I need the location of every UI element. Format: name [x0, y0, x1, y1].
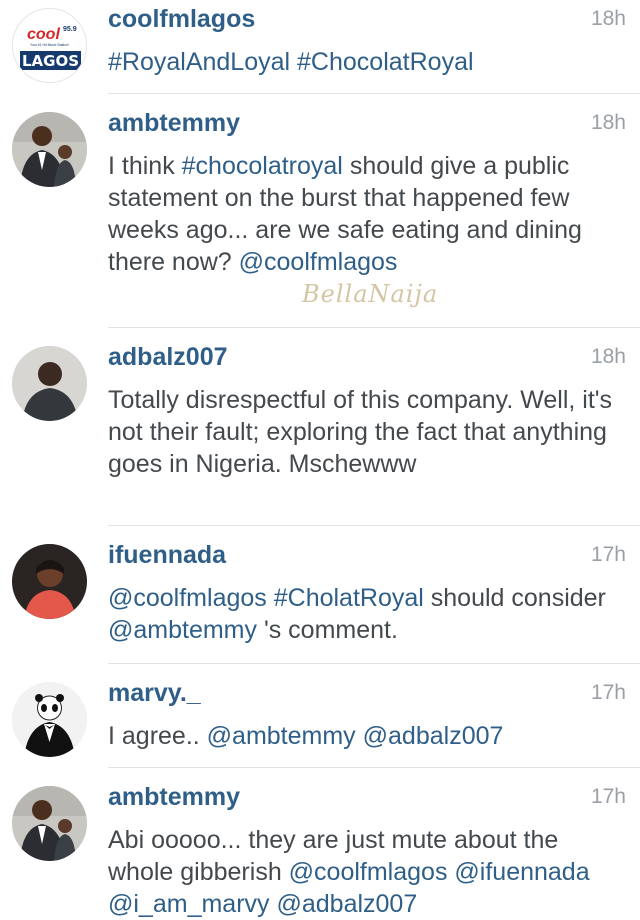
- mention-link[interactable]: @coolfmlagos: [108, 584, 267, 612]
- username[interactable]: ambtemmy: [108, 782, 240, 812]
- timestamp: 18h: [590, 345, 626, 368]
- mention-link[interactable]: @coolfmlagos: [289, 858, 448, 886]
- comment-text-segment: [356, 722, 363, 750]
- timestamp: 17h: [590, 543, 626, 566]
- watermark: BellaNaija: [302, 280, 439, 308]
- comment-item: cool 95.9 Your #1 Hit Music Station! LAG…: [0, 0, 640, 92]
- svg-text:LAGOS: LAGOS: [22, 52, 79, 70]
- username[interactable]: ambtemmy: [108, 108, 240, 138]
- divider: [108, 525, 640, 526]
- comment-text-segment: I agree..: [108, 722, 207, 750]
- svg-text:95.9: 95.9: [63, 26, 77, 33]
- comment-text-segment: 's comment.: [257, 616, 398, 644]
- mention-link[interactable]: @ambtemmy: [207, 722, 356, 750]
- comment-text: #RoyalAndLoyal #ChocolatRoyal: [108, 46, 626, 78]
- username[interactable]: adbalz007: [108, 342, 228, 372]
- hashtag-link[interactable]: #chocolatroyal: [182, 152, 343, 180]
- comment-text-segment: [290, 48, 297, 76]
- man-photo-icon: [12, 346, 87, 421]
- comment-text-segment: Totally disrespectful of this company. W…: [108, 386, 619, 478]
- comment-text-segment: [267, 584, 274, 612]
- comment-text: Totally disrespectful of this company. W…: [108, 384, 626, 480]
- avatar[interactable]: [12, 346, 87, 421]
- panda-tuxedo-icon: [12, 682, 87, 757]
- divider: [108, 767, 640, 768]
- username[interactable]: ifuennada: [108, 540, 226, 570]
- divider: [108, 663, 640, 664]
- mention-link[interactable]: @adbalz007: [276, 890, 417, 918]
- comment-text: I think #chocolatroyal should give a pub…: [108, 150, 626, 278]
- avatar[interactable]: cool 95.9 Your #1 Hit Music Station! LAG…: [12, 8, 87, 83]
- timestamp: 17h: [590, 785, 626, 808]
- comment-item: adbalz007 18h Totally disrespectful of t…: [0, 338, 640, 524]
- divider: [108, 327, 640, 328]
- mention-link[interactable]: @coolfmlagos: [239, 248, 398, 276]
- timestamp: 17h: [590, 681, 626, 704]
- comment-item: ambtemmy 18h I think #chocolatroyal shou…: [0, 104, 640, 324]
- avatar[interactable]: [12, 682, 87, 757]
- man-with-child-photo-icon: [12, 786, 87, 861]
- svg-text:Your #1 Hit Music Station!: Your #1 Hit Music Station!: [30, 43, 69, 47]
- comment-text-segment: [590, 858, 597, 886]
- username[interactable]: coolfmlagos: [108, 4, 255, 34]
- comment-item: marvy._ 17h I agree.. @ambtemmy @adbalz0…: [0, 674, 640, 766]
- mention-link[interactable]: @i_am_marvy: [108, 890, 270, 918]
- comment-text: I agree.. @ambtemmy @adbalz007: [108, 720, 626, 752]
- timestamp: 18h: [590, 7, 626, 30]
- timestamp: 18h: [590, 111, 626, 134]
- comment-text-segment: should consider: [423, 584, 613, 612]
- svg-text:cool: cool: [27, 26, 60, 43]
- man-with-child-photo-icon: [12, 112, 87, 187]
- coolfm-logo-icon: cool 95.9 Your #1 Hit Music Station! LAG…: [13, 9, 86, 82]
- woman-photo-icon: [12, 544, 87, 619]
- username[interactable]: marvy._: [108, 678, 201, 708]
- divider: [108, 93, 640, 94]
- hashtag-link[interactable]: #ChocolatRoyal: [297, 48, 474, 76]
- hashtag-link[interactable]: #CholatRoyal: [274, 584, 424, 612]
- avatar[interactable]: [12, 544, 87, 619]
- comment-item: ambtemmy 17h Abi ooooo... they are just …: [0, 778, 640, 918]
- mention-link[interactable]: @ifuennada: [454, 858, 589, 886]
- avatar[interactable]: [12, 786, 87, 861]
- avatar[interactable]: [12, 112, 87, 187]
- comment-text-segment: I think: [108, 152, 182, 180]
- hashtag-link[interactable]: #RoyalAndLoyal: [108, 48, 290, 76]
- mention-link[interactable]: @adbalz007: [363, 722, 504, 750]
- comment-text: @coolfmlagos #CholatRoyal should conside…: [108, 582, 626, 646]
- comment-item: ifuennada 17h @coolfmlagos #CholatRoyal …: [0, 536, 640, 662]
- mention-link[interactable]: @ambtemmy: [108, 616, 257, 644]
